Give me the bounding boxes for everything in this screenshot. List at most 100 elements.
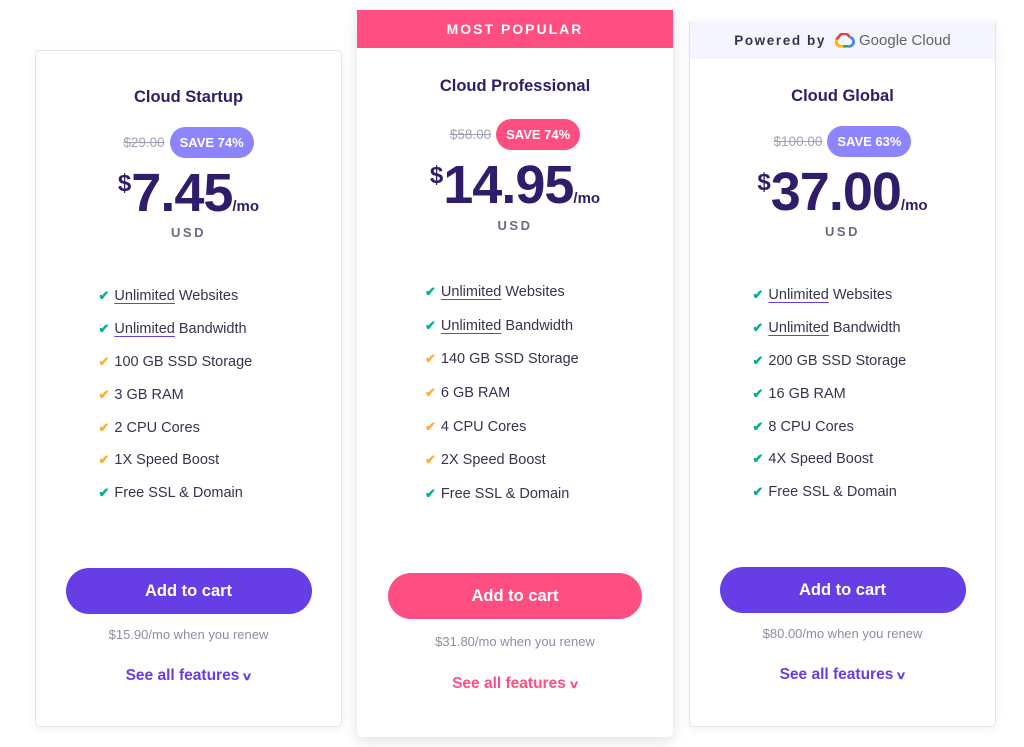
feature-item: ✔ 100 GB SSD Storage bbox=[99, 346, 279, 379]
check-green-icon: ✔ bbox=[752, 320, 764, 336]
check-green-icon: ✔ bbox=[752, 484, 764, 500]
see-all-features-link[interactable]: See all features ∨ bbox=[357, 675, 673, 693]
feature-text: 140 GB SSD Storage bbox=[440, 351, 579, 368]
check-green-icon: ✔ bbox=[752, 385, 764, 401]
powered-by-banner: Powered by Google Cloud bbox=[690, 21, 995, 59]
check-green-icon: ✔ bbox=[425, 283, 436, 299]
discount-row: $100.00 SAVE 63% bbox=[690, 126, 995, 157]
feature-text: Free SSL & Domain bbox=[114, 485, 243, 502]
plan-name: Cloud Startup bbox=[133, 88, 244, 106]
plan-card-cloud-professional: MOST POPULAR Cloud Professional $58.00 S… bbox=[357, 10, 673, 737]
feature-item: ✔ Free SSL & Domain bbox=[99, 477, 279, 510]
plan-name: Cloud Global bbox=[791, 87, 894, 105]
feature-highlight-tooltip[interactable]: Unlimited bbox=[441, 318, 501, 334]
feature-text: 1X Speed Boost bbox=[114, 452, 220, 469]
feature-highlight-tooltip[interactable]: Unlimited bbox=[441, 284, 501, 300]
feature-list: ✔ Unlimited Websites ✔ Unlimited Bandwidth ✔ 20… bbox=[690, 279, 995, 509]
feature-text: Bandwidth bbox=[178, 321, 247, 338]
price-amount: 7.45 bbox=[131, 163, 233, 223]
see-all-features-link[interactable]: See all features ∨ bbox=[690, 666, 995, 684]
feature-item: ✔ Unlimited Bandwidth bbox=[425, 309, 605, 343]
check-green-icon: ✔ bbox=[425, 317, 436, 333]
check-green-icon: ✔ bbox=[98, 321, 110, 337]
feature-text: 200 GB SSD Storage bbox=[768, 352, 907, 369]
check-orange-icon: ✔ bbox=[98, 386, 110, 402]
feature-item: ✔ Unlimited Websites bbox=[425, 275, 605, 309]
see-all-features-link[interactable]: See all features ∨ bbox=[36, 667, 341, 685]
feature-text: 2 CPU Cores bbox=[114, 419, 200, 436]
add-to-cart-button[interactable]: Add to cart bbox=[719, 567, 966, 613]
feature-list: ✔ Unlimited Websites ✔ Unlimited Bandwidth ✔ 14… bbox=[357, 275, 673, 511]
feature-text: 2X Speed Boost bbox=[440, 452, 546, 469]
feature-text: 6 GB RAM bbox=[440, 384, 511, 401]
feature-text: 3 GB RAM bbox=[114, 386, 184, 403]
check-orange-icon: ✔ bbox=[425, 418, 436, 434]
add-to-cart-button[interactable]: Add to cart bbox=[388, 573, 642, 619]
check-green-icon: ✔ bbox=[752, 451, 764, 467]
see-all-features-label: See all features bbox=[779, 666, 894, 683]
feature-item: ✔ 3 GB RAM bbox=[99, 378, 279, 411]
feature-item: ✔ 4 CPU Cores bbox=[425, 410, 605, 444]
feature-item: ✔ Unlimited Bandwidth bbox=[753, 312, 933, 345]
google-cloud-brand: Google Cloud bbox=[859, 31, 951, 49]
feature-item: ✔ 1X Speed Boost bbox=[99, 444, 279, 477]
original-price: $58.00 bbox=[449, 127, 492, 142]
discount-row: $29.00 SAVE 74% bbox=[36, 127, 341, 158]
feature-text: 16 GB RAM bbox=[768, 385, 846, 402]
price: $7.45/mo bbox=[36, 164, 341, 222]
save-badge: SAVE 74% bbox=[169, 127, 254, 158]
feature-item: ✔ 16 GB RAM bbox=[753, 377, 933, 410]
feature-item: ✔ 200 GB SSD Storage bbox=[753, 345, 933, 378]
check-green-icon: ✔ bbox=[752, 418, 764, 434]
see-all-features-label: See all features bbox=[452, 675, 566, 692]
price-period: /mo bbox=[573, 190, 601, 207]
feature-text: Bandwidth bbox=[832, 320, 901, 337]
price-amount: 37.00 bbox=[770, 162, 902, 222]
feature-item: ✔ Unlimited Bandwidth bbox=[99, 313, 279, 346]
feature-text: 4X Speed Boost bbox=[768, 451, 874, 468]
original-price: $100.00 bbox=[773, 134, 823, 149]
check-green-icon: ✔ bbox=[98, 485, 110, 501]
check-orange-icon: ✔ bbox=[425, 452, 436, 468]
price: $37.00/mo bbox=[690, 163, 995, 221]
currency-label: USD bbox=[497, 218, 533, 233]
currency-label: USD bbox=[825, 224, 860, 239]
check-green-icon: ✔ bbox=[752, 352, 764, 368]
feature-text: Websites bbox=[178, 288, 239, 305]
check-orange-icon: ✔ bbox=[425, 351, 436, 367]
most-popular-banner: MOST POPULAR bbox=[357, 10, 673, 48]
price: $14.95/mo bbox=[357, 156, 673, 214]
feature-text: Websites bbox=[505, 283, 565, 300]
feature-text: Free SSL & Domain bbox=[768, 484, 897, 501]
powered-by-label: Powered by bbox=[734, 32, 827, 48]
plan-card-cloud-startup: Cloud Startup $29.00 SAVE 74% $7.45/mo U… bbox=[35, 50, 342, 727]
feature-highlight-tooltip[interactable]: Unlimited bbox=[768, 287, 828, 303]
renew-price-note: $31.80/mo when you renew bbox=[435, 634, 595, 649]
plan-name: Cloud Professional bbox=[439, 77, 591, 95]
plan-card-cloud-global: Powered by Google Cloud Cloud Global $10… bbox=[689, 21, 996, 727]
feature-item: ✔ 6 GB RAM bbox=[425, 376, 605, 410]
currency-symbol: $ bbox=[757, 169, 771, 196]
check-orange-icon: ✔ bbox=[98, 419, 110, 435]
check-orange-icon: ✔ bbox=[98, 452, 110, 468]
original-price: $29.00 bbox=[123, 135, 165, 150]
feature-highlight-tooltip[interactable]: Unlimited bbox=[768, 320, 828, 336]
chevron-down-icon: ∨ bbox=[241, 671, 254, 683]
feature-highlight-tooltip[interactable]: Unlimited bbox=[114, 321, 174, 337]
check-green-icon: ✔ bbox=[98, 288, 110, 304]
feature-text: Websites bbox=[832, 287, 893, 304]
add-to-cart-button[interactable]: Add to cart bbox=[65, 568, 312, 614]
feature-item: ✔ 2 CPU Cores bbox=[99, 411, 279, 444]
price-amount: 14.95 bbox=[443, 155, 574, 215]
check-green-icon: ✔ bbox=[425, 485, 436, 501]
feature-text: 8 CPU Cores bbox=[768, 418, 854, 435]
feature-item: ✔ 8 CPU Cores bbox=[753, 410, 933, 443]
renew-price-note: $15.90/mo when you renew bbox=[108, 627, 269, 642]
renew-price-note: $80.00/mo when you renew bbox=[762, 626, 923, 641]
feature-item: ✔ Free SSL & Domain bbox=[425, 477, 605, 511]
chevron-down-icon: ∨ bbox=[895, 670, 908, 682]
feature-highlight-tooltip[interactable]: Unlimited bbox=[114, 288, 174, 304]
currency-label: USD bbox=[171, 225, 206, 240]
check-orange-icon: ✔ bbox=[425, 384, 436, 400]
feature-item: ✔ Unlimited Websites bbox=[99, 280, 279, 313]
